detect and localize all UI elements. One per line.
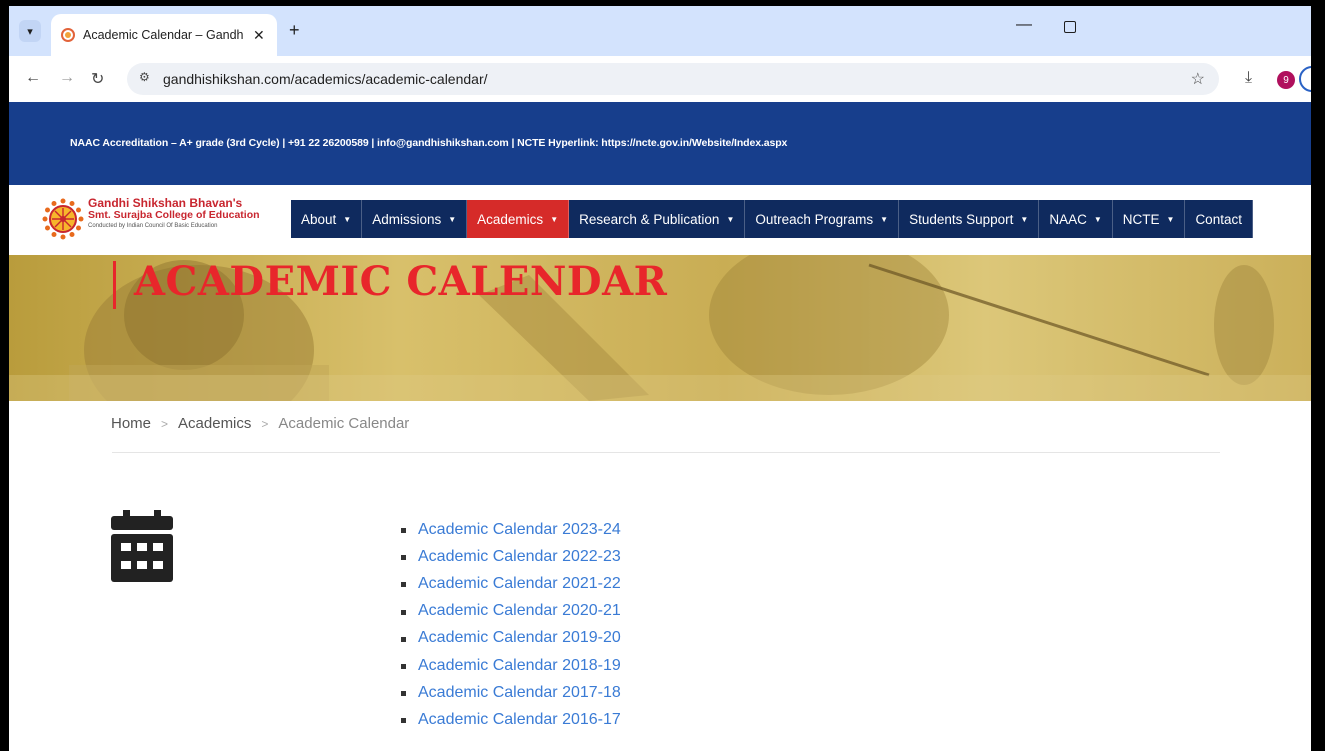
back-icon[interactable]: ← bbox=[25, 69, 41, 87]
logo-line-3: Conducted by Indian Council Of Basic Edu… bbox=[88, 223, 218, 229]
caret-down-icon: ▼ bbox=[448, 214, 457, 224]
bullet-icon bbox=[401, 582, 406, 588]
list-item: Academic Calendar 2021-22 bbox=[401, 570, 621, 597]
nav-item-academics[interactable]: Academics ▼ bbox=[467, 200, 570, 238]
nav-item-label: NAAC bbox=[1049, 211, 1087, 227]
bullet-icon bbox=[401, 636, 406, 642]
calendar-link[interactable]: Academic Calendar 2022-23 bbox=[418, 548, 621, 566]
list-item: Academic Calendar 2017-18 bbox=[401, 679, 621, 706]
list-item: Academic Calendar 2016-17 bbox=[401, 706, 621, 733]
nav-item-naac[interactable]: NAAC ▼ bbox=[1039, 200, 1113, 238]
breadcrumb-current: Academic Calendar bbox=[278, 415, 410, 432]
tab-title: Academic Calendar – Gandhi Sh bbox=[83, 28, 243, 42]
nav-item-label: Research & Publication bbox=[579, 211, 720, 227]
caret-down-icon: ▼ bbox=[550, 214, 559, 224]
browser-tab[interactable]: Academic Calendar – Gandhi Sh ✕ bbox=[51, 14, 277, 56]
logo-line-1: Gandhi Shikshan Bhavan's bbox=[88, 196, 243, 210]
new-tab-button[interactable]: + bbox=[289, 20, 300, 41]
list-item: Academic Calendar 2022-23 bbox=[401, 543, 621, 570]
url-text[interactable]: gandhishikshan.com/academics/academic-ca… bbox=[163, 71, 488, 87]
site-info-icon[interactable]: ⚙ bbox=[139, 70, 150, 84]
page-title: ACADEMIC CALENDAR bbox=[134, 258, 668, 305]
caret-down-icon: ▼ bbox=[880, 214, 889, 224]
restore-icon[interactable] bbox=[1064, 21, 1076, 33]
favicon-icon bbox=[61, 28, 75, 42]
calendar-link[interactable]: Academic Calendar 2019-20 bbox=[418, 629, 621, 647]
page-banner: ACADEMIC CALENDAR bbox=[9, 255, 1311, 401]
nav-item-about[interactable]: About ▼ bbox=[291, 200, 363, 238]
bullet-icon bbox=[401, 718, 406, 724]
bullet-icon bbox=[401, 664, 406, 670]
breadcrumb: Home > Academics > Academic Calendar bbox=[111, 415, 409, 432]
breadcrumb-academics[interactable]: Academics bbox=[178, 415, 251, 432]
forward-icon[interactable]: → bbox=[59, 69, 75, 87]
calendar-link[interactable]: Academic Calendar 2017-18 bbox=[418, 684, 621, 702]
caret-down-icon: ▼ bbox=[1093, 214, 1102, 224]
browser-toolbar: ← → ↻ ⚙ gandhishikshan.com/academics/aca… bbox=[9, 56, 1311, 103]
list-item: Academic Calendar 2020-21 bbox=[401, 598, 621, 625]
bullet-icon bbox=[401, 609, 406, 615]
calendar-list: Academic Calendar 2023-24 Academic Calend… bbox=[401, 516, 621, 734]
minimize-icon[interactable]: — bbox=[1016, 16, 1032, 34]
nav-item-outreach-programs[interactable]: Outreach Programs ▼ bbox=[745, 200, 900, 238]
top-info-text: NAAC Accreditation – A+ grade (3rd Cycle… bbox=[70, 137, 788, 149]
chevron-down-icon: ▾ bbox=[27, 25, 33, 38]
caret-down-icon: ▼ bbox=[1020, 214, 1029, 224]
nav-item-label: Students Support bbox=[909, 211, 1014, 227]
nav-item-admissions[interactable]: Admissions ▼ bbox=[362, 200, 468, 238]
tab-search-button[interactable]: ▾ bbox=[19, 20, 41, 42]
main-nav: About ▼ Admissions ▼ Academics ▼ Research & Pu… bbox=[291, 200, 1253, 238]
nav-item-students-support[interactable]: Students Support ▼ bbox=[899, 200, 1040, 238]
calendar-link[interactable]: Academic Calendar 2021-22 bbox=[418, 575, 621, 593]
nav-item-label: About bbox=[301, 211, 337, 227]
download-icon[interactable]: ⤓ bbox=[1245, 69, 1252, 87]
breadcrumb-separator-icon: > bbox=[261, 416, 269, 431]
nav-item-label: Outreach Programs bbox=[755, 211, 874, 227]
nav-item-ncte[interactable]: NCTE ▼ bbox=[1112, 200, 1186, 238]
nav-item-label: Admissions bbox=[372, 211, 442, 227]
nav-item-label: NCTE bbox=[1122, 211, 1160, 227]
bullet-icon bbox=[401, 528, 406, 534]
banner-accent-bar bbox=[113, 261, 116, 309]
caret-down-icon: ▼ bbox=[1166, 214, 1175, 224]
list-item: Academic Calendar 2023-24 bbox=[401, 516, 621, 543]
divider bbox=[112, 452, 1220, 453]
tab-strip: ▾ Academic Calendar – Gandhi Sh ✕ + — bbox=[9, 6, 1311, 56]
profile-avatar[interactable]: 9 bbox=[1277, 71, 1295, 89]
bullet-icon bbox=[401, 555, 406, 561]
address-bar[interactable]: ⚙ gandhishikshan.com/academics/academic-… bbox=[127, 63, 1219, 95]
reload-icon[interactable]: ↻ bbox=[91, 69, 104, 89]
bullet-icon bbox=[401, 691, 406, 697]
nav-item-contact[interactable]: Contact bbox=[1185, 200, 1253, 238]
site-header: Gandhi Shikshan Bhavan's Smt. Surajba Co… bbox=[9, 185, 1311, 255]
calendar-link[interactable]: Academic Calendar 2018-19 bbox=[418, 657, 621, 675]
breadcrumb-home[interactable]: Home bbox=[111, 415, 151, 432]
nav-item-research-publication[interactable]: Research & Publication ▼ bbox=[569, 200, 746, 238]
calendar-link[interactable]: Academic Calendar 2016-17 bbox=[418, 711, 621, 729]
close-icon[interactable]: ✕ bbox=[253, 27, 265, 44]
calendar-icon bbox=[111, 510, 173, 582]
caret-down-icon: ▼ bbox=[343, 214, 352, 224]
browser-window: ▾ Academic Calendar – Gandhi Sh ✕ + — ← … bbox=[9, 6, 1311, 751]
calendar-link[interactable]: Academic Calendar 2020-21 bbox=[418, 602, 621, 620]
caret-down-icon: ▼ bbox=[726, 214, 735, 224]
nav-item-label: Academics bbox=[477, 211, 544, 227]
logo-line-2: Smt. Surajba College of Education bbox=[88, 209, 260, 221]
logo-icon[interactable] bbox=[41, 197, 85, 241]
top-info-bar: NAAC Accreditation – A+ grade (3rd Cycle… bbox=[9, 102, 1311, 185]
bookmark-star-icon[interactable]: ☆ bbox=[1191, 69, 1205, 89]
nav-item-label: Contact bbox=[1195, 211, 1242, 227]
calendar-link[interactable]: Academic Calendar 2023-24 bbox=[418, 521, 621, 539]
account-icon[interactable] bbox=[1299, 66, 1311, 92]
list-item: Academic Calendar 2018-19 bbox=[401, 652, 621, 679]
list-item: Academic Calendar 2019-20 bbox=[401, 625, 621, 652]
breadcrumb-separator-icon: > bbox=[161, 416, 169, 431]
